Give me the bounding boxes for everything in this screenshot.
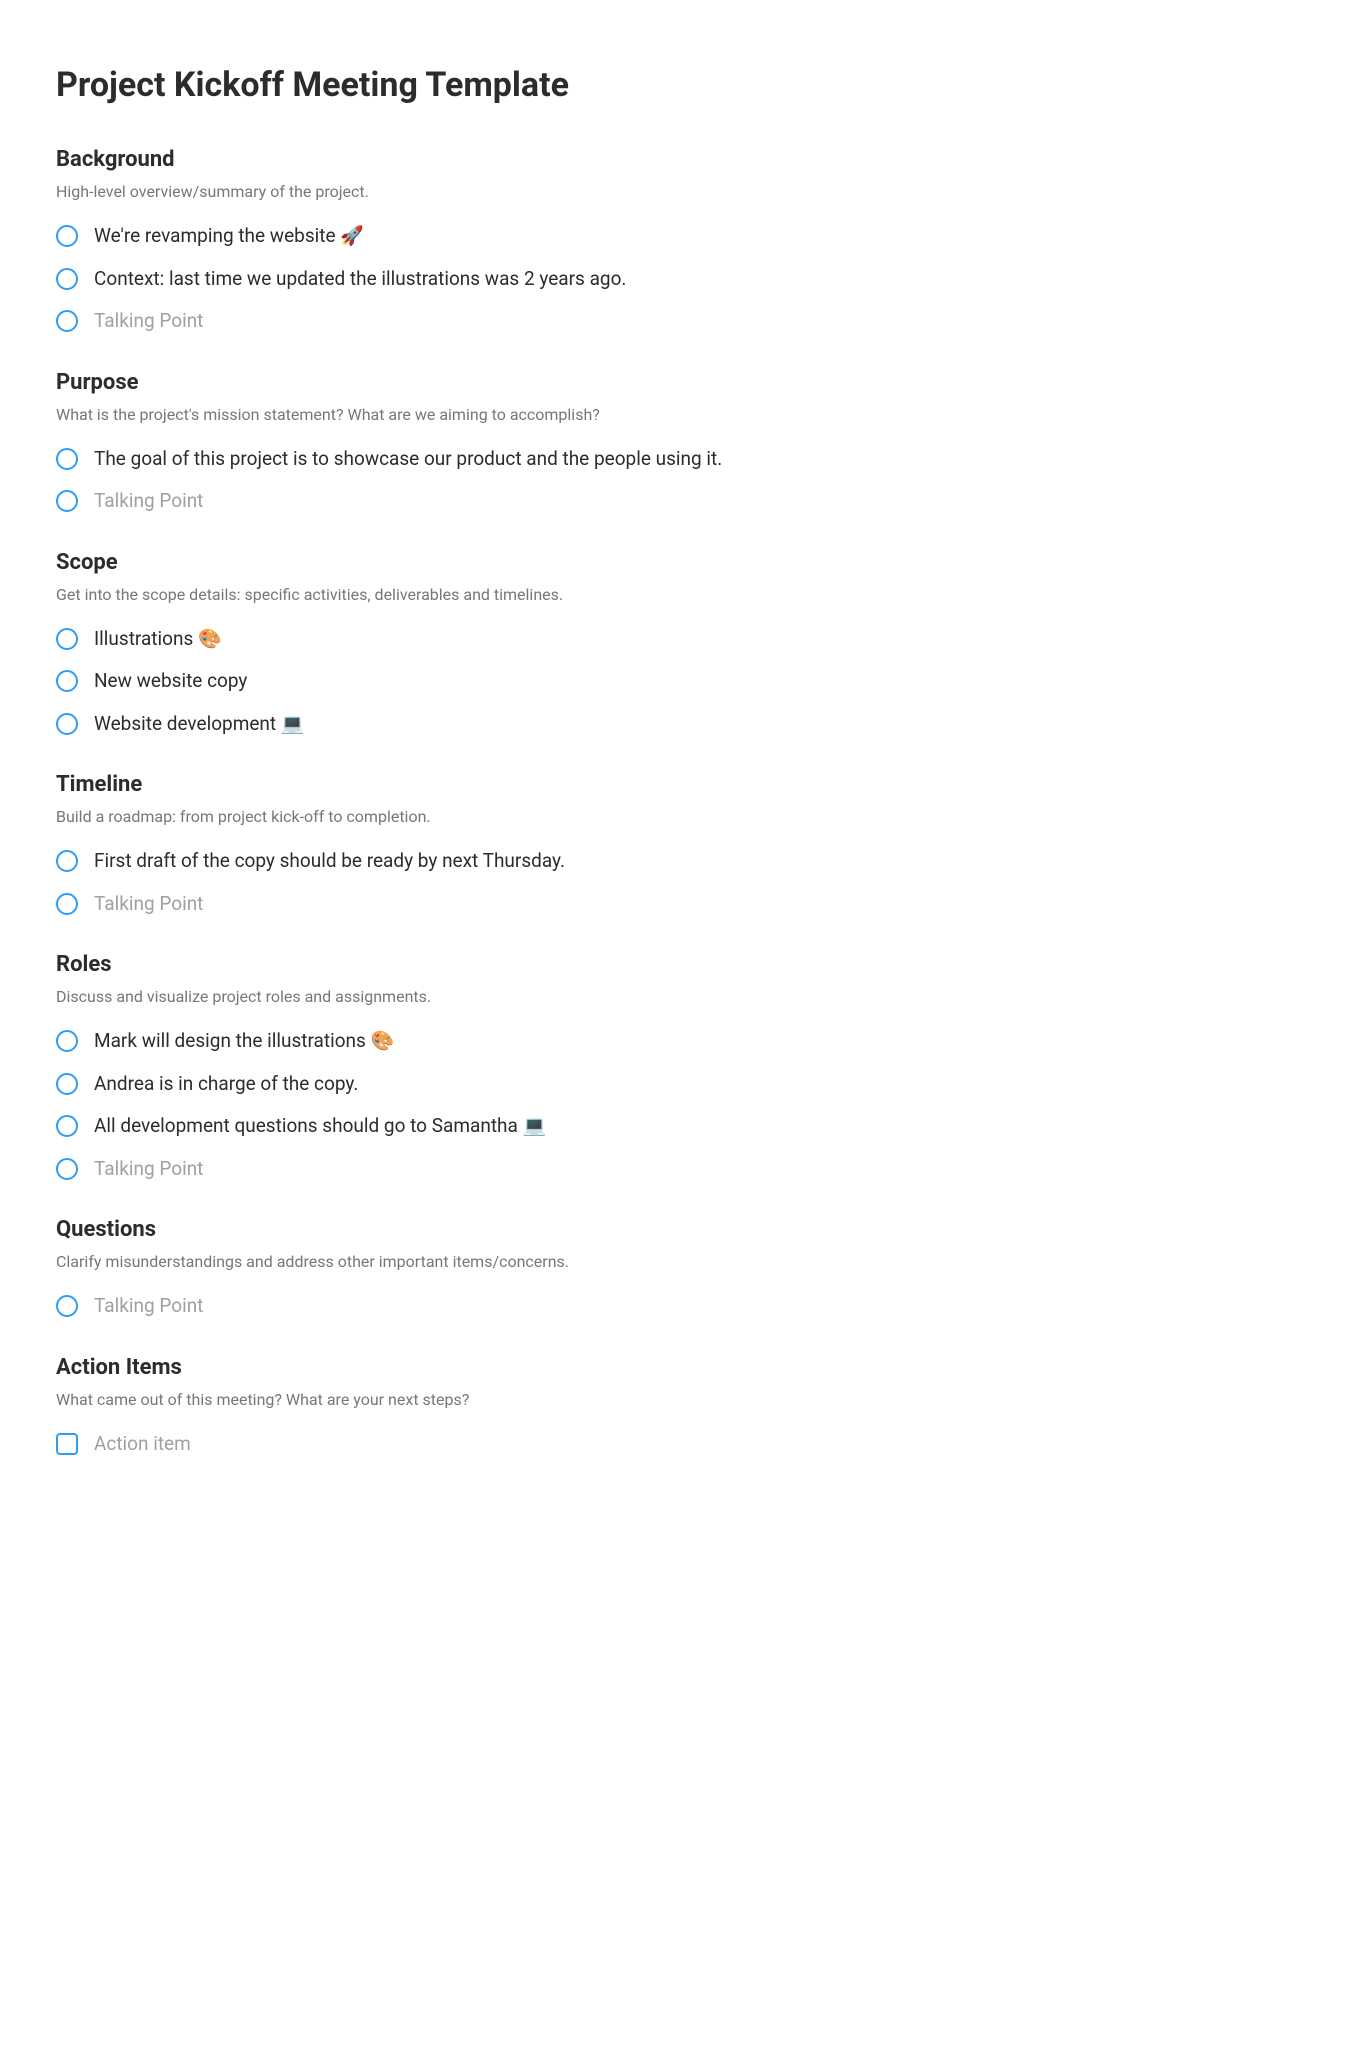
radio-icon[interactable] <box>56 893 78 915</box>
item-text[interactable]: First draft of the copy should be ready … <box>94 847 565 876</box>
list-item[interactable]: Andrea is in charge of the copy. <box>56 1070 1291 1099</box>
item-placeholder-text[interactable]: Action item <box>94 1430 191 1459</box>
radio-icon[interactable] <box>56 225 78 247</box>
section: Background High-level overview/summary of… <box>56 143 1291 336</box>
radio-icon[interactable] <box>56 670 78 692</box>
list-item[interactable]: Talking Point <box>56 890 1291 919</box>
list-item[interactable]: Website development 💻 <box>56 710 1291 739</box>
section-description: What came out of this meeting? What are … <box>56 1388 1291 1412</box>
item-text[interactable]: Website development 💻 <box>94 710 305 739</box>
item-placeholder-text[interactable]: Talking Point <box>94 1292 203 1321</box>
radio-icon[interactable] <box>56 1030 78 1052</box>
section-title: Scope <box>56 546 1291 579</box>
section-title: Questions <box>56 1213 1291 1246</box>
list-item[interactable]: Mark will design the illustrations 🎨 <box>56 1027 1291 1056</box>
item-text[interactable]: All development questions should go to S… <box>94 1112 546 1141</box>
section-title: Roles <box>56 948 1291 981</box>
section-description: Clarify misunderstandings and address ot… <box>56 1250 1291 1274</box>
list-item[interactable]: Talking Point <box>56 1155 1291 1184</box>
radio-icon[interactable] <box>56 1115 78 1137</box>
list-item[interactable]: Action item <box>56 1430 1291 1459</box>
radio-icon[interactable] <box>56 490 78 512</box>
item-placeholder-text[interactable]: Talking Point <box>94 890 203 919</box>
section-title: Timeline <box>56 768 1291 801</box>
list-item[interactable]: All development questions should go to S… <box>56 1112 1291 1141</box>
item-text[interactable]: We're revamping the website 🚀 <box>94 222 364 251</box>
radio-icon[interactable] <box>56 310 78 332</box>
item-placeholder-text[interactable]: Talking Point <box>94 1155 203 1184</box>
list-item[interactable]: We're revamping the website 🚀 <box>56 222 1291 251</box>
section-description: High-level overview/summary of the proje… <box>56 180 1291 204</box>
item-placeholder-text[interactable]: Talking Point <box>94 487 203 516</box>
section-description: Get into the scope details: specific act… <box>56 583 1291 607</box>
list-item[interactable]: Context: last time we updated the illust… <box>56 265 1291 294</box>
item-text[interactable]: New website copy <box>94 667 247 696</box>
item-text[interactable]: Context: last time we updated the illust… <box>94 265 626 294</box>
item-text[interactable]: Illustrations 🎨 <box>94 625 222 654</box>
section-title: Purpose <box>56 366 1291 399</box>
section: Roles Discuss and visualize project roles… <box>56 948 1291 1183</box>
section: Scope Get into the scope details: specifi… <box>56 546 1291 739</box>
section-description: Build a roadmap: from project kick-off t… <box>56 805 1291 829</box>
item-text[interactable]: Andrea is in charge of the copy. <box>94 1070 358 1099</box>
item-text[interactable]: The goal of this project is to showcase … <box>94 445 722 474</box>
list-item[interactable]: Talking Point <box>56 487 1291 516</box>
radio-icon[interactable] <box>56 448 78 470</box>
list-item[interactable]: Illustrations 🎨 <box>56 625 1291 654</box>
list-item[interactable]: First draft of the copy should be ready … <box>56 847 1291 876</box>
radio-icon[interactable] <box>56 628 78 650</box>
list-item[interactable]: New website copy <box>56 667 1291 696</box>
section: Purpose What is the project's mission sta… <box>56 366 1291 516</box>
radio-icon[interactable] <box>56 1295 78 1317</box>
list-item[interactable]: Talking Point <box>56 1292 1291 1321</box>
radio-icon[interactable] <box>56 268 78 290</box>
radio-icon[interactable] <box>56 1158 78 1180</box>
item-placeholder-text[interactable]: Talking Point <box>94 307 203 336</box>
section-description: Discuss and visualize project roles and … <box>56 985 1291 1009</box>
section-title: Action Items <box>56 1351 1291 1384</box>
radio-icon[interactable] <box>56 850 78 872</box>
section-title: Background <box>56 143 1291 176</box>
section: Questions Clarify misunderstandings and a… <box>56 1213 1291 1321</box>
section: Action Items What came out of this meetin… <box>56 1351 1291 1459</box>
section: Timeline Build a roadmap: from project ki… <box>56 768 1291 918</box>
radio-icon[interactable] <box>56 713 78 735</box>
list-item[interactable]: The goal of this project is to showcase … <box>56 445 1291 474</box>
checkbox-icon[interactable] <box>56 1433 78 1455</box>
list-item[interactable]: Talking Point <box>56 307 1291 336</box>
section-description: What is the project's mission statement?… <box>56 403 1291 427</box>
page-title: Project Kickoff Meeting Template <box>56 60 1291 111</box>
item-text[interactable]: Mark will design the illustrations 🎨 <box>94 1027 394 1056</box>
radio-icon[interactable] <box>56 1073 78 1095</box>
